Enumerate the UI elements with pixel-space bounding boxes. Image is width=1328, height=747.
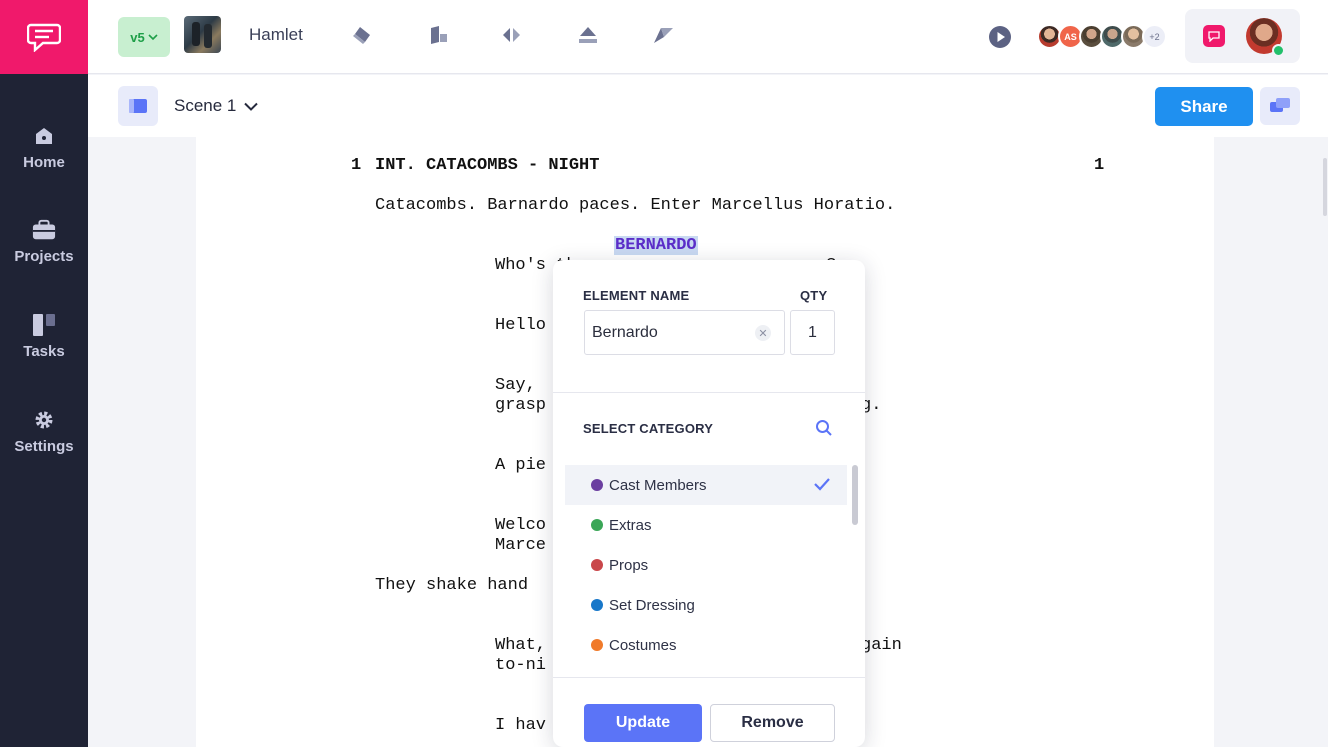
update-button[interactable]: Update <box>584 704 702 742</box>
sidebar: Home Projects Tasks Settings <box>0 0 88 747</box>
dialogue-line-tail[interactable]: gain <box>861 636 902 656</box>
project-thumbnail[interactable] <box>184 16 221 53</box>
search-icon[interactable] <box>815 419 833 442</box>
sidebar-item-tasks[interactable]: Tasks <box>0 313 88 360</box>
chevron-down-icon <box>244 102 259 111</box>
comments-icon <box>1270 98 1290 112</box>
page-scrollbar[interactable] <box>1323 158 1327 216</box>
qty-value: 1 <box>808 323 817 341</box>
qty-label: QTY <box>800 288 828 303</box>
sidebar-item-projects[interactable]: Projects <box>0 218 88 265</box>
category-label: Set Dressing <box>609 596 695 614</box>
category-label: Cast Members <box>609 476 707 494</box>
sidebar-item-label: Projects <box>14 248 74 265</box>
chat-logo-icon <box>27 23 61 52</box>
dialogue-line[interactable]: I hav <box>495 716 546 736</box>
version-label: v5 <box>130 29 145 45</box>
gear-icon <box>32 408 56 432</box>
category-item-set-dressing[interactable]: Set Dressing <box>565 585 847 625</box>
collaborator-avatars[interactable]: AS +2 <box>1037 24 1167 49</box>
divider <box>553 392 865 393</box>
category-color-dot <box>591 519 603 531</box>
home-icon <box>32 124 56 148</box>
category-label: Extras <box>609 516 652 534</box>
dialogue-line[interactable]: grasp <box>495 396 546 416</box>
sidebar-item-label: Home <box>23 154 65 171</box>
version-selector[interactable]: v5 <box>118 17 170 57</box>
divider <box>553 677 865 678</box>
element-name-label: ELEMENT NAME <box>583 288 690 303</box>
category-color-dot <box>591 559 603 571</box>
category-item-props[interactable]: Props <box>565 545 847 585</box>
scene-number-left: 1 <box>351 156 362 175</box>
action-line[interactable]: They shake hand <box>375 576 528 596</box>
sidebar-item-settings[interactable]: Settings <box>0 408 88 455</box>
dialogue-line[interactable]: Say, <box>495 376 536 396</box>
category-item-extras[interactable]: Extras <box>565 505 847 545</box>
sidebar-panel-icon <box>129 99 147 113</box>
sidebar-item-label: Settings <box>14 438 74 455</box>
diamond-tool-icon[interactable] <box>500 22 526 48</box>
chevron-down-icon <box>148 34 158 41</box>
action-line[interactable]: Catacombs. Barnardo paces. Enter Marcell… <box>375 196 895 216</box>
category-list: Cast Members Extras Props Set Dressing C… <box>565 465 847 665</box>
category-color-dot <box>591 599 603 611</box>
dialogue-line[interactable]: Marce <box>495 536 546 556</box>
tasks-icon <box>32 313 56 337</box>
qty-field[interactable]: 1 <box>790 310 835 355</box>
clear-icon[interactable]: ✕ <box>755 325 771 341</box>
check-icon <box>814 478 830 491</box>
sidebar-item-home[interactable]: Home <box>0 124 88 171</box>
avatar-initials: AS <box>1064 31 1077 42</box>
dialogue-line[interactable]: A pie <box>495 456 546 476</box>
comments-button[interactable] <box>1260 87 1300 125</box>
category-color-dot <box>591 639 603 651</box>
shape-tool-icon[interactable] <box>425 22 451 48</box>
category-list-scrollbar[interactable] <box>852 465 858 525</box>
select-category-label: SELECT CATEGORY <box>583 421 714 436</box>
sidebar-item-label: Tasks <box>23 343 65 360</box>
character-name[interactable]: BERNARDO <box>614 236 698 256</box>
dialogue-line[interactable]: Hello <box>495 316 546 336</box>
category-color-dot <box>591 479 603 491</box>
category-label: Costumes <box>609 636 677 654</box>
triangle-tool-icon[interactable] <box>575 22 601 48</box>
eraser-tool-icon[interactable] <box>350 22 376 48</box>
category-item-costumes[interactable]: Costumes <box>565 625 847 665</box>
scene-label: Scene 1 <box>174 96 237 115</box>
project-title: Hamlet <box>249 25 303 44</box>
top-bar: v5 Hamlet AS +2 <box>88 0 1328 74</box>
scene-number-right: 1 <box>1094 156 1105 175</box>
element-name-value: Bernardo <box>592 323 658 341</box>
tagged-element-highlight[interactable]: BERNARDO <box>614 236 698 255</box>
dialogue-line[interactable]: to-ni <box>495 656 546 676</box>
user-menu[interactable] <box>1185 9 1300 63</box>
online-status-icon <box>1272 44 1285 57</box>
category-item-cast-members[interactable]: Cast Members <box>565 465 847 505</box>
element-tag-popup: ELEMENT NAME QTY Bernardo ✕ 1 SELECT CAT… <box>553 260 865 747</box>
chat-icon[interactable] <box>1203 25 1225 47</box>
play-icon[interactable] <box>988 25 1012 49</box>
app-logo[interactable] <box>0 0 88 74</box>
share-button[interactable]: Share <box>1155 87 1253 126</box>
dialogue-line[interactable]: Welco <box>495 516 546 536</box>
remove-button[interactable]: Remove <box>710 704 835 742</box>
dialogue-line[interactable]: What, <box>495 636 546 656</box>
scene-heading[interactable]: INT. CATACOMBS - NIGHT <box>375 156 599 176</box>
more-collaborators-badge[interactable]: +2 <box>1142 24 1167 49</box>
pen-tool-icon[interactable] <box>650 22 676 48</box>
category-label: Props <box>609 556 649 574</box>
scene-toolbar: Scene 1 Share <box>88 75 1328 137</box>
scene-selector[interactable]: Scene 1 <box>174 96 259 116</box>
briefcase-icon <box>32 218 56 242</box>
toggle-panel-button[interactable] <box>118 86 158 126</box>
